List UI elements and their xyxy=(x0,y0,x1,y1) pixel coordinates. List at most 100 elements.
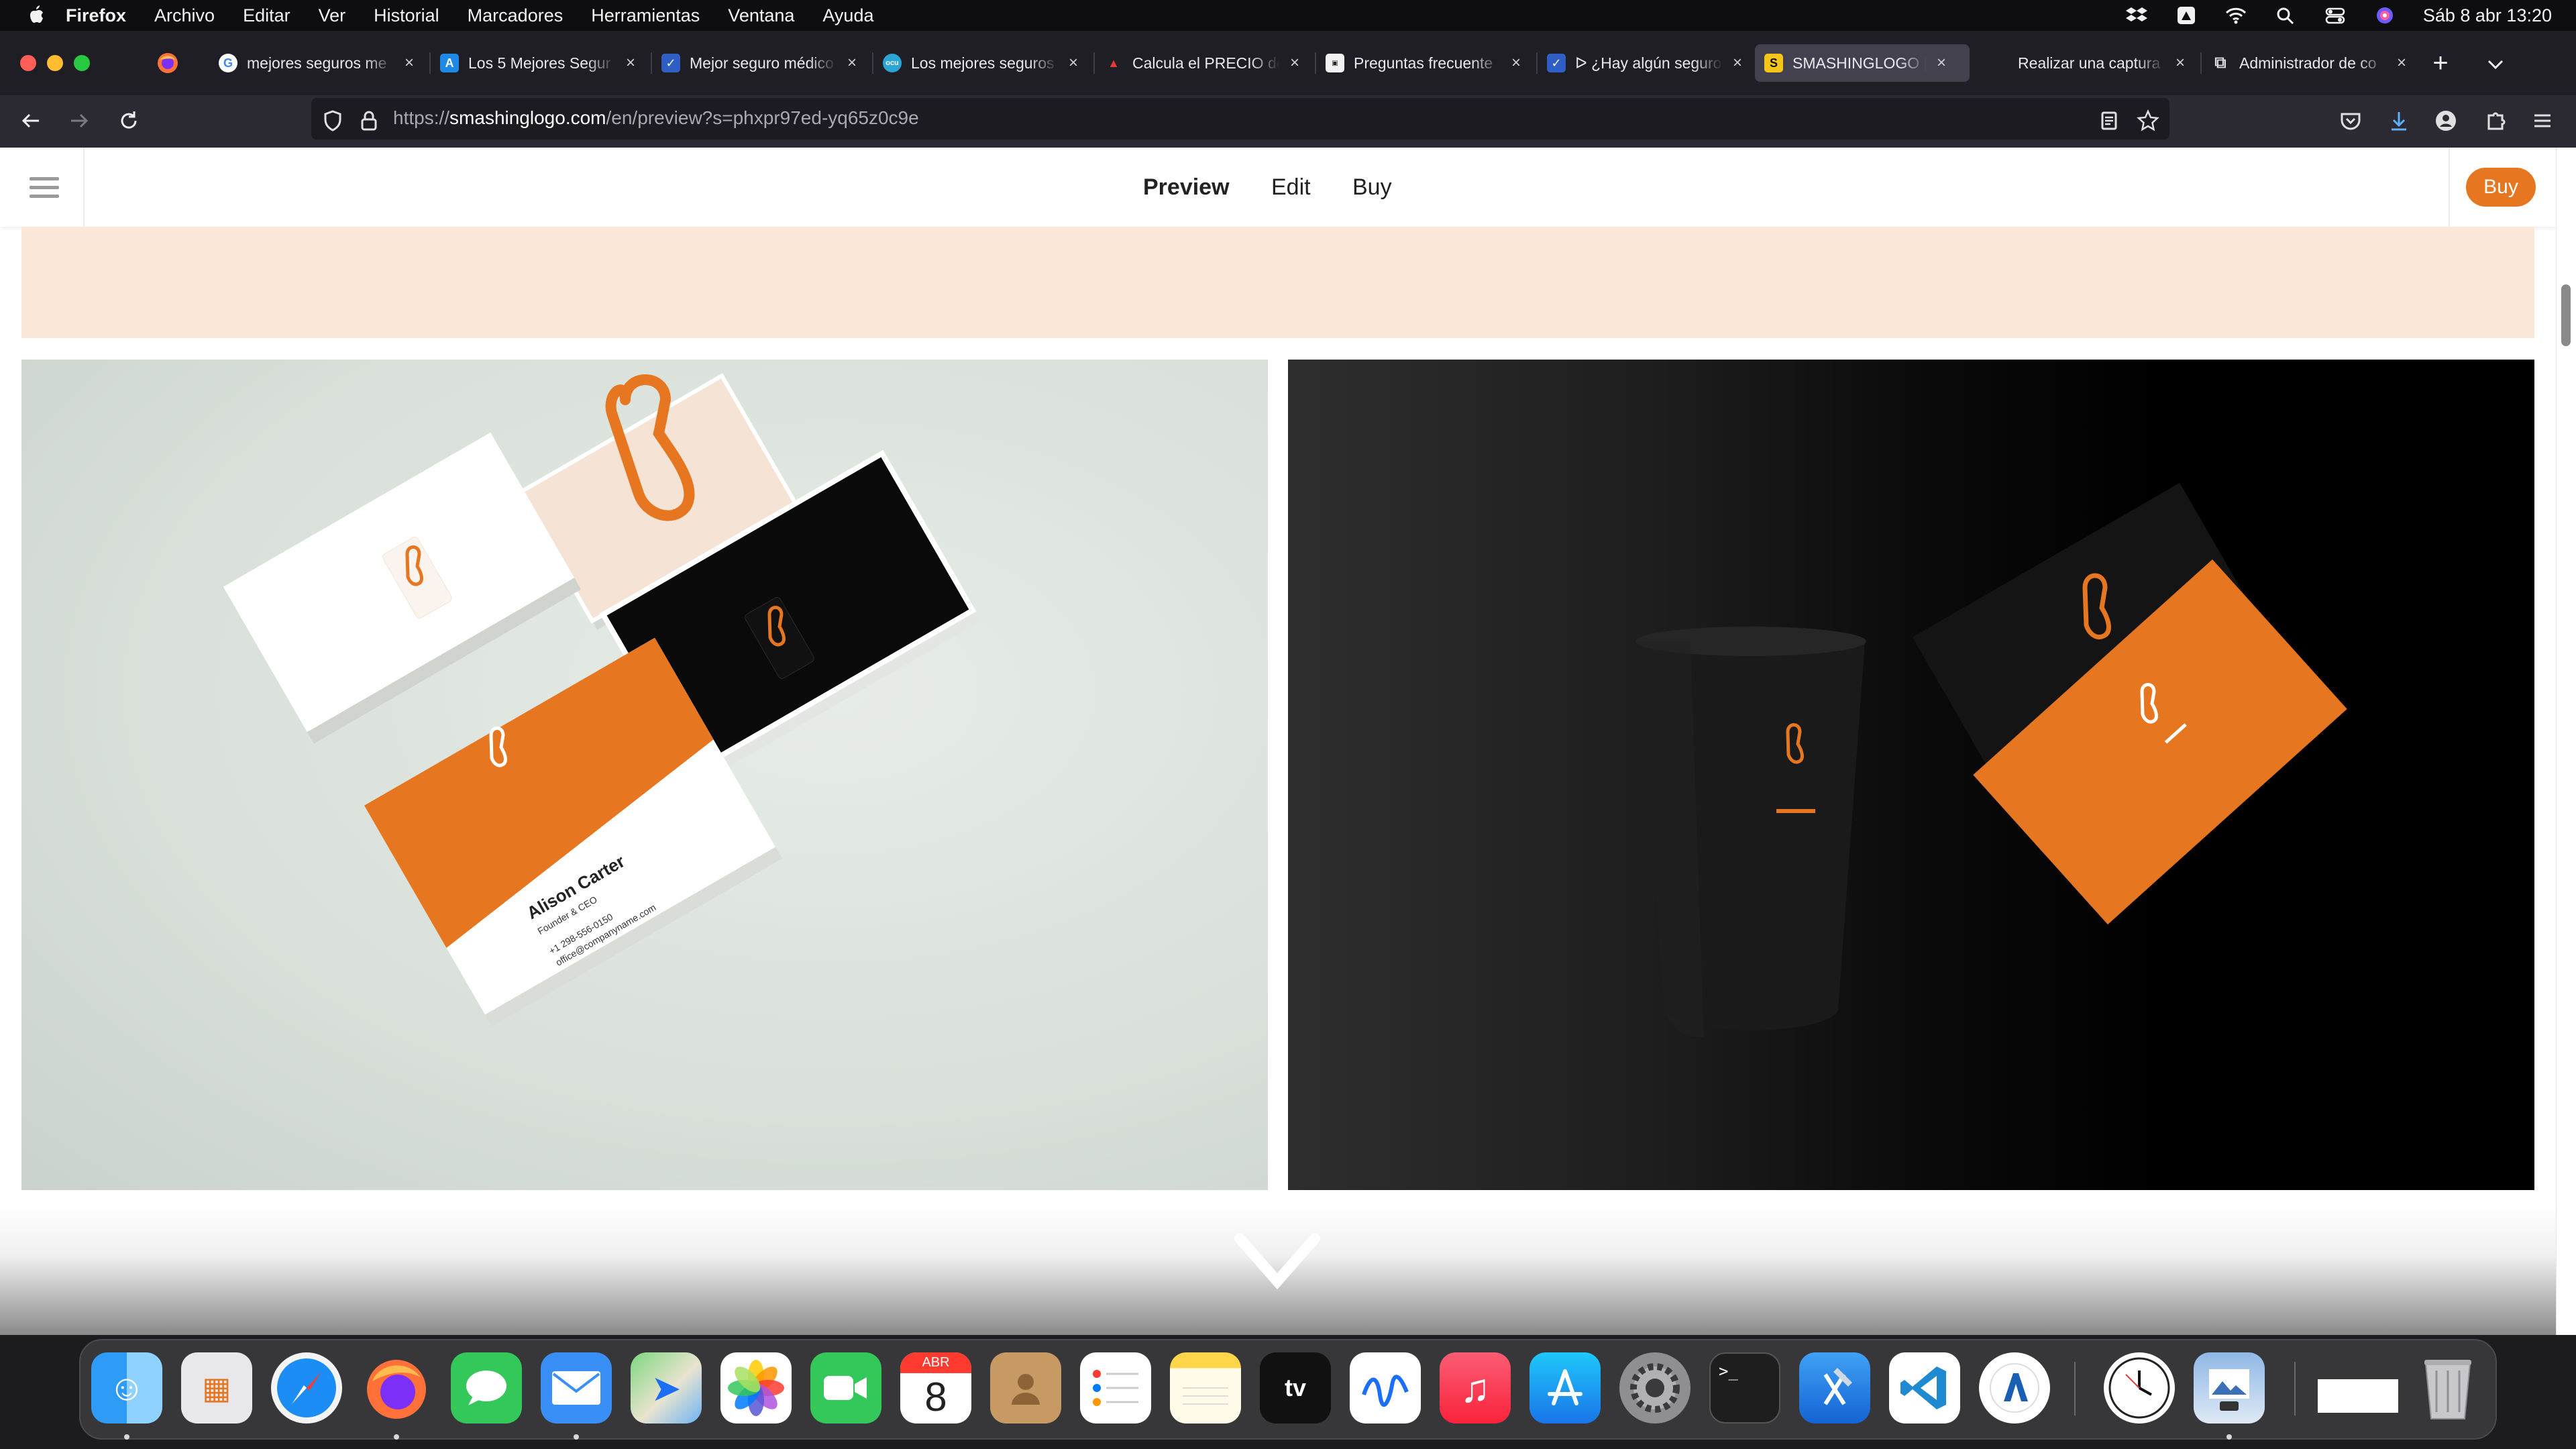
menu-editar[interactable]: Editar xyxy=(243,5,290,26)
reload-icon[interactable] xyxy=(115,107,142,134)
tab-close-icon[interactable]: × xyxy=(1508,55,1524,71)
list-all-tabs-icon[interactable] xyxy=(2483,52,2508,76)
checkmark-icon: ✓ xyxy=(1547,54,1566,72)
tab-smashinglogo-active[interactable]: S SMASHINGLOGO | Pr × xyxy=(1755,44,1970,82)
apple-icon[interactable] xyxy=(25,4,46,27)
letter-a-icon: A xyxy=(440,54,459,72)
forward-arrow-icon[interactable] xyxy=(66,107,93,134)
spotlight-search-icon[interactable] xyxy=(2274,5,2297,25)
contacts-icon[interactable] xyxy=(990,1352,1061,1424)
new-tab-button[interactable]: + xyxy=(2427,50,2454,76)
reader-view-icon[interactable] xyxy=(2096,107,2123,134)
firefox-icon[interactable] xyxy=(361,1352,432,1424)
pocket-icon[interactable] xyxy=(2337,107,2364,134)
menu-marcadores[interactable]: Marcadores xyxy=(468,5,564,26)
tab-close-icon[interactable]: × xyxy=(401,55,417,71)
tab-close-icon[interactable]: × xyxy=(1729,55,1746,71)
calendar-icon[interactable]: ABR 8 xyxy=(900,1352,971,1424)
nav-preview-tab[interactable]: Preview xyxy=(1143,174,1230,201)
appletv-icon[interactable]: tv xyxy=(1260,1352,1331,1424)
url-scheme: https:// xyxy=(393,107,450,128)
clock-icon[interactable] xyxy=(2104,1352,2175,1424)
tab-preguntas-frecuentes[interactable]: ▣ Preguntas frecuente × xyxy=(1316,44,1524,82)
bookmark-star-icon[interactable] xyxy=(2135,107,2161,134)
buy-button[interactable]: Buy xyxy=(2466,168,2536,207)
app-menu-icon[interactable] xyxy=(2529,107,2556,134)
window-minimize-button[interactable] xyxy=(47,55,63,71)
siri-icon[interactable] xyxy=(2373,5,2396,25)
menu-herramientas[interactable]: Herramientas xyxy=(591,5,700,26)
finder-icon[interactable]: ☺ xyxy=(91,1352,162,1424)
firefox-window-thumb[interactable] xyxy=(2314,1352,2402,1424)
url-text[interactable]: https://smashinglogo.com/en/preview?s=ph… xyxy=(393,107,919,129)
menu-ventana[interactable]: Ventana xyxy=(728,5,794,26)
music-icon[interactable]: ♫ xyxy=(1440,1352,1511,1424)
control-center-icon[interactable] xyxy=(2324,5,2347,25)
wifi-icon[interactable] xyxy=(2224,5,2247,25)
notes-icon[interactable] xyxy=(1170,1352,1241,1424)
apple-icon xyxy=(1990,54,2008,72)
tab-hay-algun-seguro[interactable]: ✓ ᐅ ¿Hay algún seguro × xyxy=(1538,44,1746,82)
nav-edit-tab[interactable]: Edit xyxy=(1271,174,1311,201)
mail-icon[interactable] xyxy=(541,1352,612,1424)
tab-los-mejores-seguros[interactable]: ocu Los mejores seguros × xyxy=(873,44,1081,82)
downloads-icon[interactable] xyxy=(2385,107,2412,134)
tab-calcula-el-precio[interactable]: ▲ Calcula el PRECIO de × xyxy=(1095,44,1303,82)
reminders-icon[interactable] xyxy=(1080,1352,1151,1424)
firefox-view-icon[interactable] xyxy=(156,51,180,75)
facetime-icon[interactable] xyxy=(810,1352,881,1424)
url-path: /en/preview?s=phxpr97ed-yq65z0c9e xyxy=(606,107,919,128)
safari-icon[interactable] xyxy=(271,1352,342,1424)
tab-close-icon[interactable]: × xyxy=(2394,55,2410,71)
status-app-icon[interactable] xyxy=(2175,5,2198,25)
business-cards-scene: Alison Carter Founder & CEO +1 298-556-0… xyxy=(223,373,979,1026)
menu-ver[interactable]: Ver xyxy=(319,5,346,26)
back-arrow-icon[interactable] xyxy=(17,107,44,134)
menu-datetime[interactable]: Sáb 8 abr 13:20 xyxy=(2423,5,2552,26)
tab-los-5-mejores[interactable]: A Los 5 Mejores Segur × xyxy=(431,44,639,82)
appstore-icon[interactable] xyxy=(1529,1352,1601,1424)
azure-data-studio-icon[interactable] xyxy=(1979,1352,2050,1424)
menu-archivo[interactable]: Archivo xyxy=(154,5,215,26)
trash-icon[interactable] xyxy=(2412,1352,2483,1424)
photos-icon[interactable] xyxy=(720,1352,792,1424)
window-zoom-button[interactable] xyxy=(74,55,90,71)
menu-app-name[interactable]: Firefox xyxy=(66,5,126,26)
tab-close-icon[interactable]: × xyxy=(2172,55,2188,71)
menu-bar: Firefox Archivo Editar Ver Historial Mar… xyxy=(0,0,2576,31)
running-indicator xyxy=(574,1434,579,1440)
freeform-icon[interactable] xyxy=(1350,1352,1421,1424)
hamburger-menu-icon[interactable] xyxy=(30,177,59,200)
maps-icon[interactable]: ➤ xyxy=(631,1352,702,1424)
menu-historial[interactable]: Historial xyxy=(374,5,439,26)
tab-realizar-captura[interactable]: Realizar una captura × xyxy=(1980,44,2188,82)
tracking-protection-shield-icon[interactable] xyxy=(319,107,346,134)
account-icon[interactable] xyxy=(2432,107,2459,134)
tab-close-icon[interactable]: × xyxy=(844,55,860,71)
scrollbar-thumb[interactable] xyxy=(2561,284,2571,346)
preview-icon[interactable] xyxy=(2194,1352,2265,1424)
tab-administrador[interactable]: ⧉ Administrador de co × xyxy=(2202,44,2410,82)
business-cards-mockup: Alison Carter Founder & CEO +1 298-556-0… xyxy=(21,360,1268,1190)
tab-close-icon[interactable]: × xyxy=(623,55,639,71)
ocu-icon: ocu xyxy=(883,54,902,72)
tab-title: Administrador de co xyxy=(2239,54,2377,72)
tab-close-icon[interactable]: × xyxy=(1065,55,1081,71)
dropbox-icon[interactable] xyxy=(2125,5,2148,25)
tab-close-icon[interactable]: × xyxy=(1933,55,1949,71)
scroll-down-chevron-icon[interactable] xyxy=(1233,1229,1322,1292)
tab-mejor-seguro-medico[interactable]: ✓ Mejor seguro médico × xyxy=(652,44,860,82)
tab-google[interactable]: G mejores seguros me × xyxy=(209,44,417,82)
lock-icon[interactable] xyxy=(356,107,382,134)
nav-buy-tab[interactable]: Buy xyxy=(1352,174,1392,201)
vscode-icon[interactable] xyxy=(1889,1352,1960,1424)
extensions-puzzle-icon[interactable] xyxy=(2482,107,2509,134)
window-close-button[interactable] xyxy=(20,55,36,71)
menu-ayuda[interactable]: Ayuda xyxy=(822,5,873,26)
tab-close-icon[interactable]: × xyxy=(1287,55,1303,71)
system-settings-icon[interactable] xyxy=(1619,1352,1690,1424)
launchpad-icon[interactable]: ▦ xyxy=(181,1352,252,1424)
xcode-icon[interactable] xyxy=(1799,1352,1870,1424)
terminal-icon[interactable]: >_ xyxy=(1709,1352,1780,1424)
messages-icon[interactable] xyxy=(451,1352,522,1424)
